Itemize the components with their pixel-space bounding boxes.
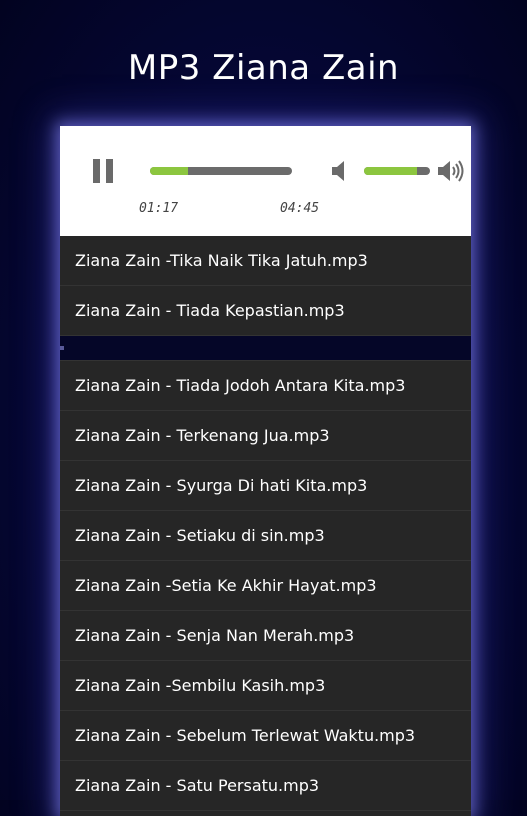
playlist-item[interactable]: Ziana Zain -Sembilu Kasih.mp3 — [60, 661, 471, 711]
seek-bar[interactable] — [150, 167, 292, 175]
pause-icon — [93, 159, 100, 183]
speaker-high-icon[interactable] — [438, 159, 464, 183]
playlist-item[interactable]: Ziana Zain - Syurga Di hati Kita.mp3 — [60, 461, 471, 511]
current-time: 01:17 — [139, 201, 179, 216]
seek-bar-fill — [150, 167, 189, 175]
playlist-item[interactable]: Ziana Zain - Terkenang Jua.mp3 — [60, 411, 471, 461]
app-title: MP3 Ziana Zain — [127, 48, 400, 88]
volume-slider[interactable] — [364, 167, 430, 175]
playlist-item[interactable]: Ziana Zain - Setiaku di sin.mp3 — [60, 511, 471, 561]
scroll-marker — [60, 346, 64, 350]
playlist-item[interactable]: Ziana Zain - Sebelum Terlewat Waktu.mp3 — [60, 711, 471, 761]
audio-player: 01:17 04:45 — [60, 126, 471, 236]
playlist-item[interactable]: Ziana Zain - Satu Persatu.mp3 — [60, 761, 471, 811]
playlist: Ziana Zain -Tika Naik Tika Jatuh.mp3 Zia… — [60, 236, 471, 811]
playlist-item[interactable]: Ziana Zain - Tiada Jodoh Antara Kita.mp3 — [60, 361, 471, 411]
playlist-item[interactable]: Ziana Zain - Senja Nan Merah.mp3 — [60, 611, 471, 661]
pause-icon-bar — [106, 159, 113, 183]
volume-slider-fill — [364, 167, 417, 175]
pause-button[interactable] — [93, 159, 115, 183]
playlist-divider — [60, 336, 471, 361]
playlist-item[interactable]: Ziana Zain -Tika Naik Tika Jatuh.mp3 — [60, 236, 471, 286]
duration: 04:45 — [280, 201, 320, 216]
playlist-item[interactable]: Ziana Zain - Tiada Kepastian.mp3 — [60, 286, 471, 336]
playlist-item[interactable]: Ziana Zain -Setia Ke Akhir Hayat.mp3 — [60, 561, 471, 611]
player-panel: 01:17 04:45 Ziana Zain -Tika Naik Tika J… — [60, 126, 471, 816]
speaker-low-icon[interactable] — [332, 160, 348, 182]
